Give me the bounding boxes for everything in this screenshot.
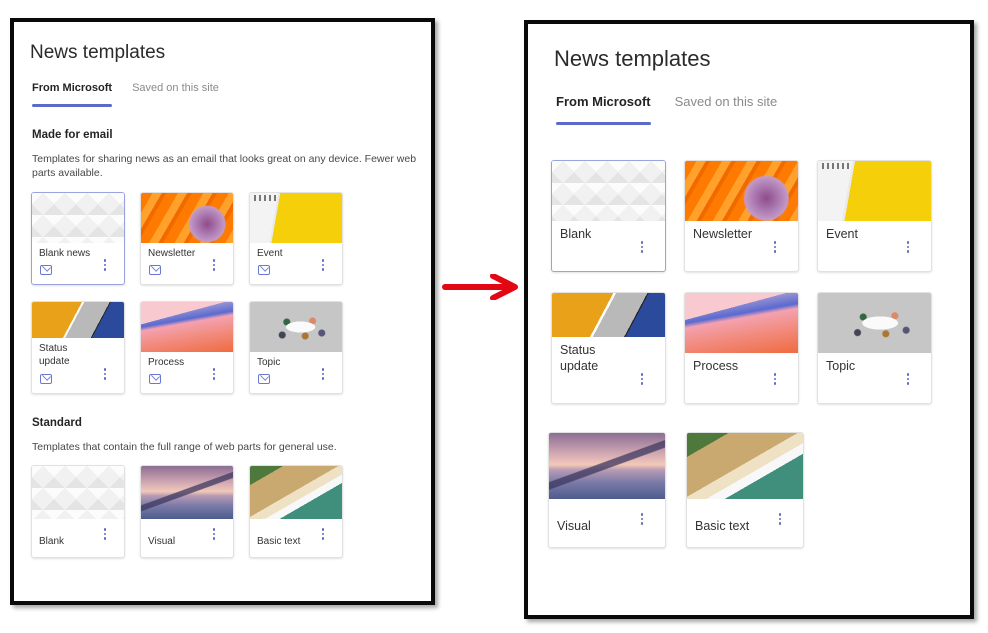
- template-card-status-update[interactable]: Status update: [551, 292, 666, 404]
- thumbnail-pink-wave: [141, 302, 233, 352]
- mail-icon: [258, 265, 270, 275]
- more-options-icon[interactable]: [640, 373, 644, 385]
- more-options-icon[interactable]: [212, 368, 216, 380]
- template-card-topic[interactable]: Topic: [249, 301, 343, 394]
- template-tabs: From Microsoft Saved on this site: [32, 82, 239, 107]
- thumbnail-calendar-yellow: [818, 161, 931, 221]
- thumbnail-orange-shell: [141, 193, 233, 243]
- template-card-blank[interactable]: Blank: [551, 160, 666, 272]
- template-card-newsletter[interactable]: Newsletter: [140, 192, 234, 285]
- template-tabs: From Microsoft Saved on this site: [556, 94, 801, 125]
- card-label: Process: [693, 359, 739, 373]
- template-card-visual[interactable]: Visual: [548, 432, 666, 548]
- thumbnail-orange-shell: [685, 161, 798, 221]
- card-label: Status update: [39, 343, 70, 367]
- more-options-icon[interactable]: [906, 241, 910, 253]
- template-card-event[interactable]: Event: [817, 160, 932, 272]
- more-options-icon[interactable]: [321, 528, 325, 540]
- template-card-blank[interactable]: Blank: [31, 465, 125, 558]
- right-arrow-icon: [442, 274, 518, 300]
- card-label: Topic: [257, 357, 281, 368]
- more-options-icon[interactable]: [212, 528, 216, 540]
- section-title-standard: Standard: [32, 417, 82, 429]
- mail-icon: [40, 265, 52, 275]
- more-options-icon[interactable]: [103, 259, 107, 271]
- card-label: Event: [826, 227, 858, 241]
- panel-title: News templates: [554, 46, 711, 71]
- thumbnail-lake-reflection: [549, 433, 665, 499]
- template-card-event[interactable]: Event: [249, 192, 343, 285]
- more-options-icon[interactable]: [640, 513, 644, 525]
- mail-icon: [40, 374, 52, 384]
- card-label: Visual: [148, 536, 176, 547]
- card-label: Blank: [39, 536, 65, 547]
- tab-from-microsoft[interactable]: From Microsoft: [32, 82, 113, 107]
- thumbnail-beach-aerial: [250, 466, 342, 519]
- card-label: Blank news: [39, 248, 91, 259]
- thumbnail-diagonal-stripes: [32, 302, 124, 338]
- template-card-topic[interactable]: Topic: [817, 292, 932, 404]
- thumbnail-beach-aerial: [687, 433, 803, 499]
- template-card-newsletter[interactable]: Newsletter: [684, 160, 799, 272]
- mail-icon: [149, 265, 161, 275]
- more-options-icon[interactable]: [778, 513, 782, 525]
- card-label: Visual: [557, 519, 591, 533]
- thumbnail-meeting-table: [818, 293, 931, 353]
- news-templates-panel-after: News templates From Microsoft Saved on t…: [524, 20, 974, 619]
- thumbnail-pink-wave: [685, 293, 798, 353]
- template-card-basic-text[interactable]: Basic text: [249, 465, 343, 558]
- card-label: Basic text: [257, 536, 301, 547]
- more-options-icon[interactable]: [640, 241, 644, 253]
- thumbnail-diagonal-stripes: [552, 293, 665, 337]
- more-options-icon[interactable]: [773, 241, 777, 253]
- card-label: Event: [257, 248, 283, 259]
- card-label: Blank: [560, 227, 592, 241]
- more-options-icon[interactable]: [103, 368, 107, 380]
- template-card-visual[interactable]: Visual: [140, 465, 234, 558]
- thumbnail-blank-pattern: [32, 466, 124, 519]
- tab-saved-on-this-site[interactable]: Saved on this site: [132, 82, 219, 94]
- template-card-basic-text[interactable]: Basic text: [686, 432, 804, 548]
- card-label: Newsletter: [693, 227, 753, 241]
- thumbnail-blank-pattern: [552, 161, 665, 221]
- template-card-status-update[interactable]: Status update: [31, 301, 125, 394]
- card-label: Basic text: [695, 519, 750, 533]
- template-card-blank-news[interactable]: Blank news: [31, 192, 125, 285]
- section-description-made-for-email: Templates for sharing news as an email t…: [32, 153, 417, 179]
- tab-saved-on-this-site[interactable]: Saved on this site: [675, 94, 778, 109]
- section-description-standard: Templates that contain the full range of…: [32, 441, 337, 453]
- thumbnail-lake-reflection: [141, 466, 233, 519]
- more-options-icon[interactable]: [906, 373, 910, 385]
- more-options-icon[interactable]: [773, 373, 777, 385]
- section-title-made-for-email: Made for email: [32, 129, 113, 141]
- more-options-icon[interactable]: [321, 259, 325, 271]
- tab-from-microsoft[interactable]: From Microsoft: [556, 94, 651, 125]
- card-label: Newsletter: [148, 248, 196, 259]
- news-templates-panel-before: News templates From Microsoft Saved on t…: [10, 18, 435, 605]
- panel-title: News templates: [30, 42, 166, 63]
- mail-icon: [258, 374, 270, 384]
- more-options-icon[interactable]: [103, 528, 107, 540]
- card-label: Status update: [560, 343, 599, 373]
- thumbnail-calendar-yellow: [250, 193, 342, 243]
- card-label: Process: [148, 357, 185, 368]
- more-options-icon[interactable]: [321, 368, 325, 380]
- thumbnail-blank-pattern: [32, 193, 124, 243]
- card-label: Topic: [826, 359, 856, 373]
- more-options-icon[interactable]: [212, 259, 216, 271]
- template-card-process[interactable]: Process: [140, 301, 234, 394]
- mail-icon: [149, 374, 161, 384]
- template-card-process[interactable]: Process: [684, 292, 799, 404]
- thumbnail-meeting-table: [250, 302, 342, 352]
